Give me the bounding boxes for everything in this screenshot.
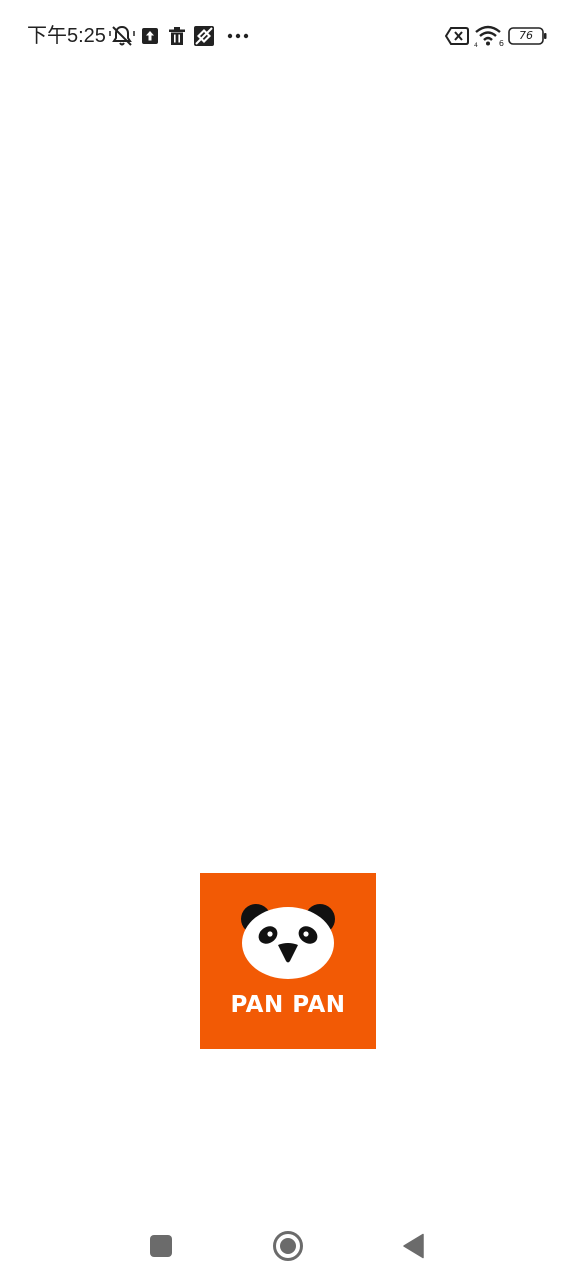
sim-off-icon xyxy=(445,24,469,48)
battery-level: 76 xyxy=(519,29,533,42)
diamond-icon xyxy=(193,24,215,48)
wifi-icon: 4 6 xyxy=(474,24,504,48)
back-button[interactable] xyxy=(392,1230,436,1262)
status-time: 下午5:25 xyxy=(27,25,106,47)
back-icon xyxy=(403,1233,424,1259)
mute-bell-icon xyxy=(109,24,135,48)
upload-icon xyxy=(141,24,159,48)
trash-icon xyxy=(168,24,186,48)
more-icon xyxy=(227,24,249,48)
panda-icon xyxy=(241,904,335,979)
home-button[interactable] xyxy=(266,1230,310,1262)
svg-text:4: 4 xyxy=(474,42,478,48)
recent-apps-button[interactable] xyxy=(139,1230,183,1262)
wifi-label: 6 xyxy=(498,39,504,48)
brand-name: PAN PAN xyxy=(230,992,346,1018)
battery-icon: 76 xyxy=(508,24,548,48)
recent-apps-icon xyxy=(150,1235,172,1257)
status-bar: 下午5:25 4 6 76 xyxy=(0,0,576,72)
app-logo: PAN PAN xyxy=(200,873,376,1049)
navigation-bar xyxy=(0,1210,576,1280)
home-icon xyxy=(273,1231,303,1261)
splash-screen: 下午5:25 4 6 76 PAN PAN xyxy=(0,0,576,1280)
